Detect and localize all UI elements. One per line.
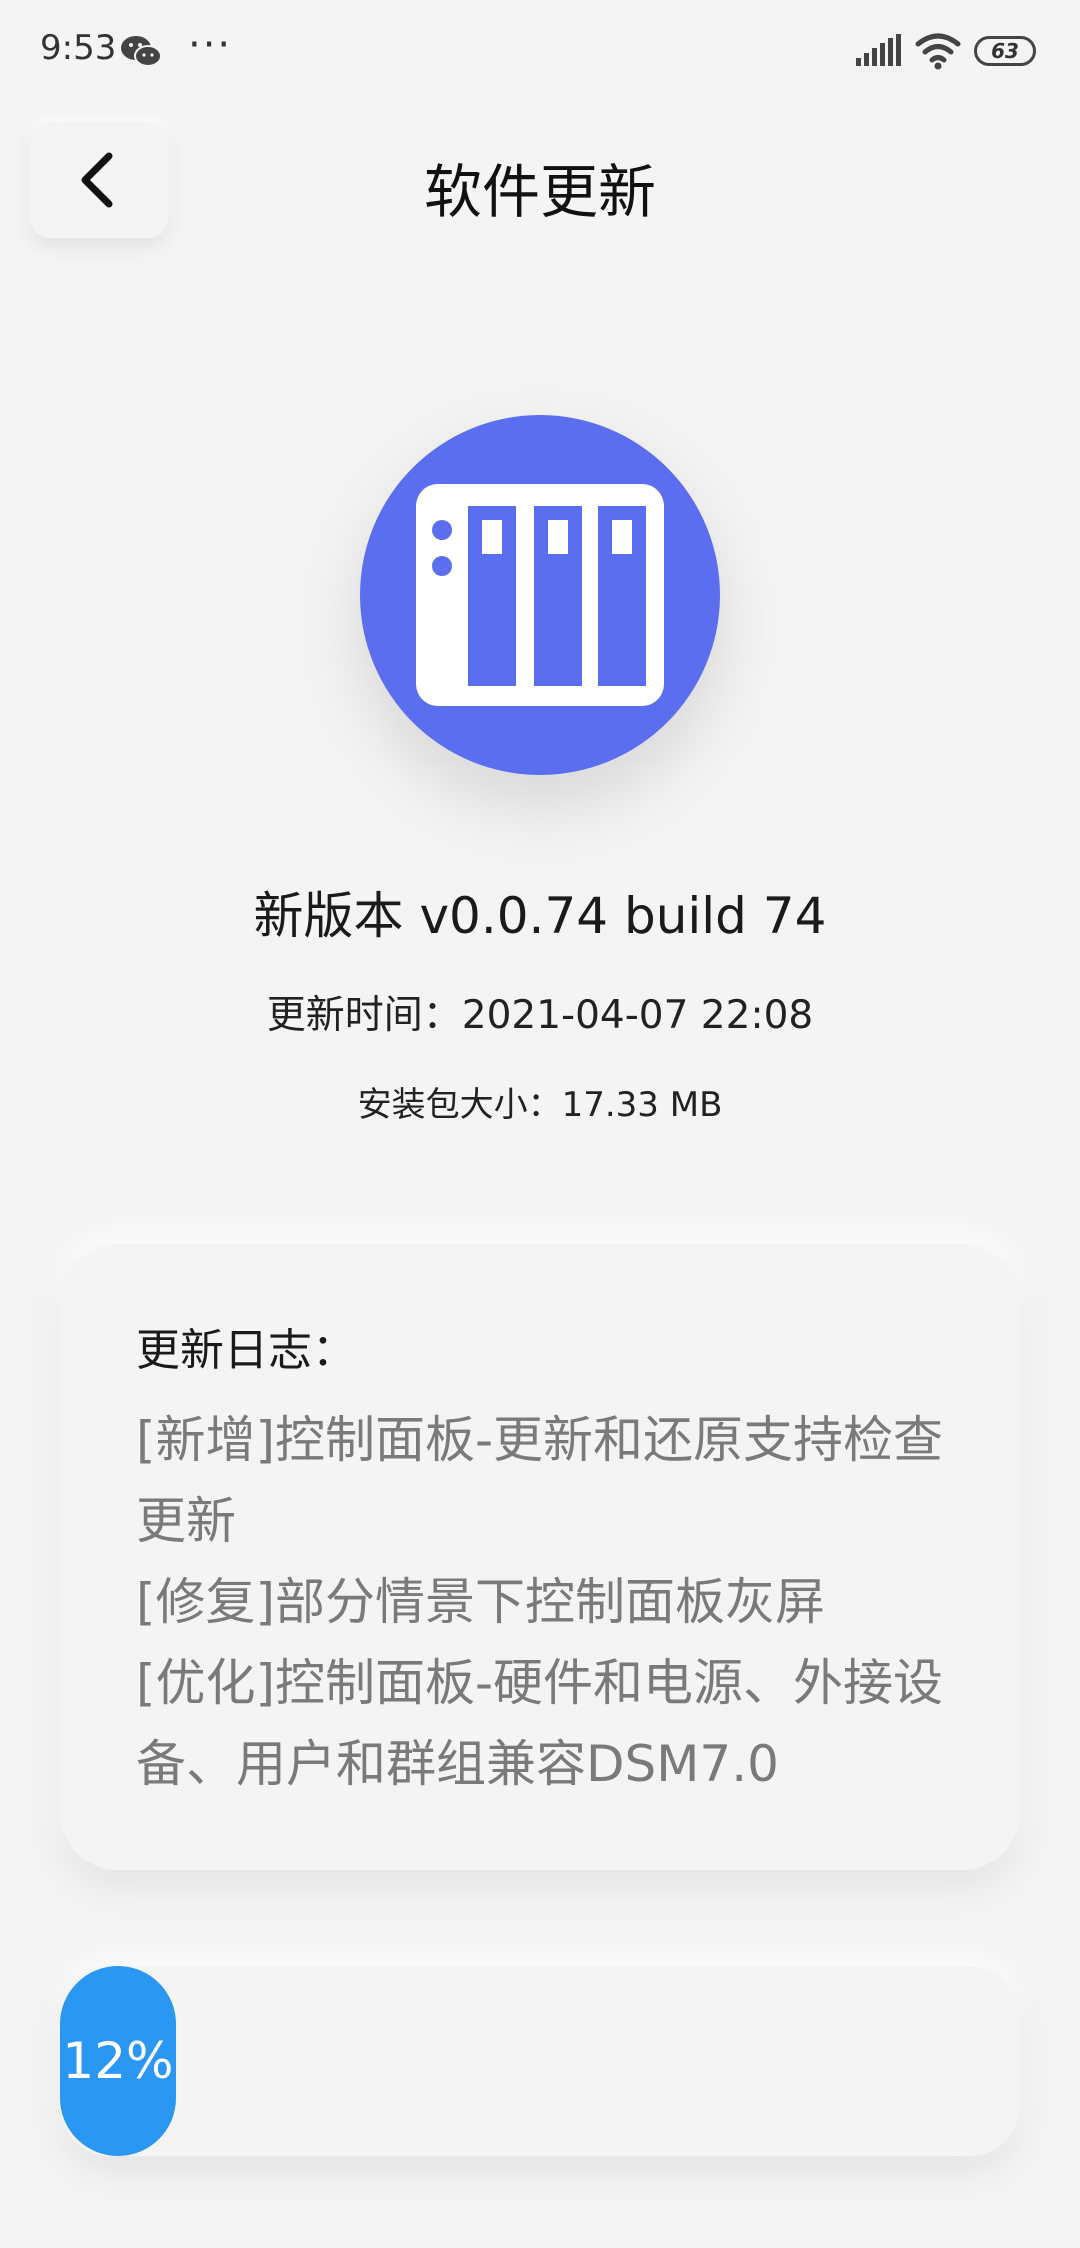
- package-size: 安装包大小：17.33 MB: [357, 1085, 723, 1125]
- wifi-icon: [915, 33, 961, 70]
- changelog-line: [新增]控制面板-更新和还原支持检查更新: [136, 1411, 944, 1550]
- page-title: 软件更新: [423, 158, 656, 226]
- nas-server-icon: [360, 415, 720, 775]
- status-bar: 9:53 ··· 63: [0, 0, 1080, 100]
- changelog-line: [优化]控制面板-硬件和电源、外接设备、用户和群组兼容DSM7.0: [136, 1654, 944, 1793]
- progress-fill: 12%: [60, 1966, 176, 2156]
- nas-drive-bays-icon: [416, 484, 664, 706]
- update-time: 更新时间：2021-04-07 22:08: [266, 993, 814, 1038]
- more-notifications-icon: ···: [188, 22, 233, 68]
- changelog-body: [新增]控制面板-更新和还原支持检查更新 [修复]部分情景下控制面板灰屏 [优化…: [136, 1400, 986, 1805]
- changelog-title: 更新日志：: [136, 1325, 356, 1376]
- battery-level: 63: [991, 39, 1019, 63]
- battery-indicator: 63: [974, 36, 1036, 66]
- status-time: 9:53: [40, 28, 117, 68]
- download-progress-bar: 12%: [60, 1966, 1020, 2156]
- changelog-line: [修复]部分情景下控制面板灰屏: [136, 1573, 826, 1631]
- signal-icon: [856, 34, 901, 66]
- changelog-card: 更新日志： [新增]控制面板-更新和还原支持检查更新 [修复]部分情景下控制面板…: [60, 1244, 1020, 1870]
- wechat-icon: [121, 36, 162, 67]
- progress-label: 12%: [62, 2032, 174, 2090]
- software-update-screen: 9:53 ··· 63 软件更新 新版本 v0.0.74 build 74 更新…: [0, 0, 1080, 2248]
- version-label: 新版本 v0.0.74 build 74: [253, 887, 827, 945]
